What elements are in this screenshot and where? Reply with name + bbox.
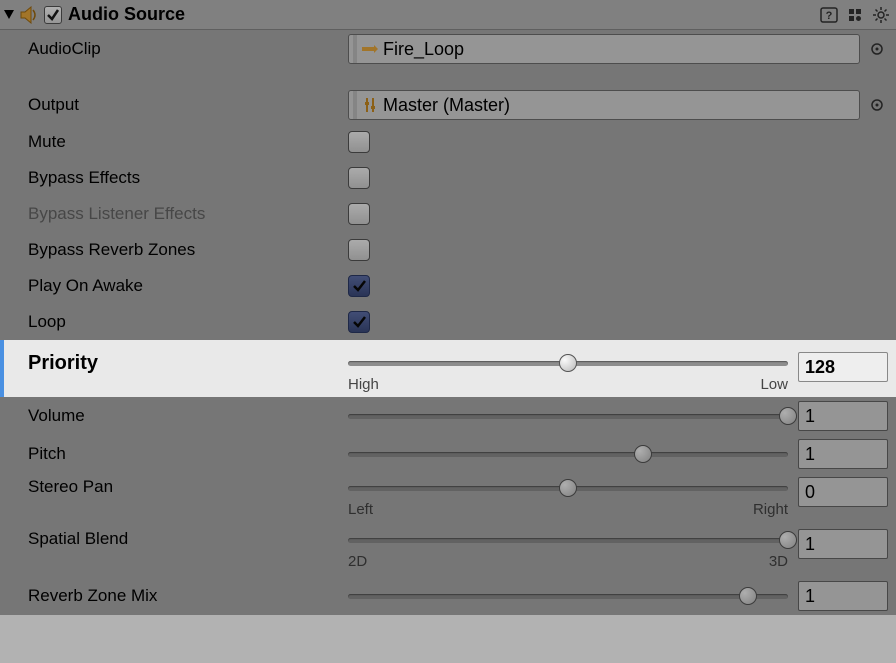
volume-row: Volume 1	[0, 397, 896, 435]
pitch-value-field[interactable]: 1	[798, 439, 888, 469]
stereo-pan-max-label: Right	[753, 501, 788, 518]
bypass-reverb-checkbox[interactable]	[348, 239, 370, 261]
mute-checkbox[interactable]	[348, 131, 370, 153]
bypass-listener-label: Bypass Listener Effects	[28, 204, 348, 224]
gear-icon[interactable]	[870, 5, 892, 25]
spatial-blend-row: Spatial Blend 2D 3D 1	[0, 525, 896, 577]
spatial-blend-label: Spatial Blend	[28, 529, 348, 549]
reverb-mix-row: Reverb Zone Mix 1	[0, 577, 896, 615]
bypass-listener-checkbox[interactable]	[348, 203, 370, 225]
output-row: Output Master (Master)	[0, 86, 896, 124]
volume-label: Volume	[28, 406, 348, 426]
output-value: Master (Master)	[383, 95, 510, 116]
slider-thumb[interactable]	[779, 407, 797, 425]
output-label: Output	[28, 95, 348, 115]
preset-icon[interactable]	[844, 5, 866, 25]
audioclip-field[interactable]: Fire_Loop	[348, 34, 860, 64]
pitch-row: Pitch 1	[0, 435, 896, 473]
loop-checkbox[interactable]	[348, 311, 370, 333]
output-field[interactable]: Master (Master)	[348, 90, 860, 120]
reverb-mix-value-field[interactable]: 1	[798, 581, 888, 611]
help-icon[interactable]: ?	[818, 5, 840, 25]
priority-label: Priority	[28, 352, 348, 375]
object-picker-icon[interactable]	[866, 98, 888, 112]
speaker-icon	[20, 6, 40, 24]
loop-row: Loop	[0, 304, 896, 340]
volume-value-field[interactable]: 1	[798, 401, 888, 431]
bypass-reverb-label: Bypass Reverb Zones	[28, 240, 348, 260]
stereo-pan-row: Stereo Pan Left Right 0	[0, 473, 896, 525]
svg-text:?: ?	[826, 10, 833, 22]
stereo-pan-label: Stereo Pan	[28, 477, 348, 497]
slider-thumb[interactable]	[739, 587, 757, 605]
object-picker-icon[interactable]	[866, 42, 888, 56]
component-enable-checkbox[interactable]	[44, 6, 62, 24]
slider-thumb[interactable]	[634, 445, 652, 463]
spatial-blend-min-label: 2D	[348, 553, 367, 570]
loop-label: Loop	[28, 312, 348, 332]
stereo-pan-slider[interactable]	[348, 477, 788, 499]
pitch-slider[interactable]	[348, 443, 788, 465]
priority-value-field[interactable]: 128	[798, 352, 888, 382]
slider-thumb[interactable]	[779, 531, 797, 549]
play-on-awake-row: Play On Awake	[0, 268, 896, 304]
foldout-toggle-icon[interactable]	[4, 10, 14, 19]
audioclip-label: AudioClip	[28, 39, 348, 59]
priority-slider[interactable]	[348, 352, 788, 374]
reverb-mix-slider[interactable]	[348, 585, 788, 607]
audioclip-value: Fire_Loop	[383, 39, 464, 60]
bypass-effects-label: Bypass Effects	[28, 168, 348, 188]
bypass-effects-checkbox[interactable]	[348, 167, 370, 189]
stereo-pan-min-label: Left	[348, 501, 373, 518]
reverb-mix-label: Reverb Zone Mix	[28, 586, 348, 606]
priority-max-label: Low	[760, 376, 788, 393]
priority-min-label: High	[348, 376, 379, 393]
bypass-reverb-row: Bypass Reverb Zones	[0, 232, 896, 268]
mute-row: Mute	[0, 124, 896, 160]
play-on-awake-checkbox[interactable]	[348, 275, 370, 297]
audioclip-icon	[362, 43, 378, 55]
spatial-blend-value-field[interactable]: 1	[798, 529, 888, 559]
audio-source-component: Audio Source ? AudioClip Fire_Loop Outpu…	[0, 0, 896, 615]
play-on-awake-label: Play On Awake	[28, 276, 348, 296]
bypass-effects-row: Bypass Effects	[0, 160, 896, 196]
bypass-listener-row: Bypass Listener Effects	[0, 196, 896, 232]
spatial-blend-max-label: 3D	[769, 553, 788, 570]
stereo-pan-value-field[interactable]: 0	[798, 477, 888, 507]
slider-thumb[interactable]	[559, 479, 577, 497]
mixer-icon	[362, 97, 378, 113]
spatial-blend-slider[interactable]	[348, 529, 788, 551]
component-title: Audio Source	[68, 4, 185, 25]
pitch-label: Pitch	[28, 444, 348, 464]
audioclip-row: AudioClip Fire_Loop	[0, 30, 896, 68]
priority-row: Priority High Low 128	[0, 340, 896, 397]
slider-thumb[interactable]	[559, 354, 577, 372]
volume-slider[interactable]	[348, 405, 788, 427]
mute-label: Mute	[28, 132, 348, 152]
component-header: Audio Source ?	[0, 0, 896, 30]
